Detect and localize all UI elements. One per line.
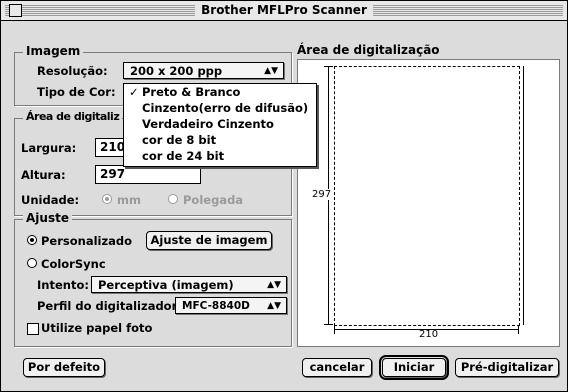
pre-digitalizar-button[interactable]: Pré-digitalizar xyxy=(455,358,559,377)
updown-arrows-icon: ▲▼ xyxy=(267,301,281,311)
menu-item-label: cor de 8 bit xyxy=(142,133,217,147)
scan-area-legend: Área de digitalização xyxy=(297,43,440,57)
menu-item-label: Verdadeiro Cinzento xyxy=(142,117,274,131)
color-type-menu[interactable]: ✓ Preto & Branco Cinzento(erro de difusã… xyxy=(123,83,317,167)
imagem-legend: Imagem xyxy=(23,44,84,58)
checkmark-icon: ✓ xyxy=(129,85,139,99)
por-defeito-button[interactable]: Por defeito xyxy=(23,358,105,377)
window-title-wrap: Brother MFLPro Scanner xyxy=(1,3,567,17)
tipo-cor-label: Tipo de Cor: xyxy=(37,85,116,99)
iniciar-button[interactable]: Iniciar xyxy=(379,355,449,380)
unit-polegada-radio[interactable] xyxy=(168,194,178,204)
ajuste-imagem-button[interactable]: Ajuste de imagem xyxy=(146,231,272,250)
perfil-value: MFC-8840D xyxy=(182,300,250,312)
vertical-ruler-bottom-tick xyxy=(324,324,333,325)
ajuste-legend: Ajuste xyxy=(23,211,72,225)
resolucao-label: Resolução: xyxy=(37,64,108,78)
unidade-label: Unidade: xyxy=(21,193,80,207)
scan-page-outline[interactable] xyxy=(334,66,520,326)
updown-arrows-icon: ▲▼ xyxy=(267,280,281,290)
colorsync-label: ColorSync xyxy=(41,257,106,271)
vertical-ruler-top-tick xyxy=(324,66,333,67)
right-guide-line xyxy=(523,66,524,325)
unit-polegada-label: Polegada xyxy=(183,193,244,207)
unit-mm-label: mm xyxy=(117,193,141,207)
intento-label: Intento: xyxy=(37,278,89,292)
resolucao-popup[interactable]: 200 x 200 ppp ▲▼ xyxy=(123,62,284,79)
scanner-window: Brother MFLPro Scanner Imagem Resolução:… xyxy=(0,0,568,392)
menu-item-cinzento-erro[interactable]: Cinzento(erro de difusão) xyxy=(124,101,316,115)
menu-item-preto-branco[interactable]: ✓ Preto & Branco xyxy=(124,85,316,99)
personalizado-label: Personalizado xyxy=(41,234,133,248)
perfil-label: Perfil do digitalizador: xyxy=(37,299,182,313)
horizontal-ruler-right-tick xyxy=(518,325,519,334)
resolucao-value: 200 x 200 ppp xyxy=(130,64,223,78)
menu-item-cor-8-bit[interactable]: cor de 8 bit xyxy=(124,133,316,147)
perfil-popup[interactable]: MFC-8840D ▲▼ xyxy=(175,297,287,314)
menu-item-label: cor de 24 bit xyxy=(142,149,225,163)
altura-field[interactable]: 297 xyxy=(95,165,201,184)
menu-item-label: Cinzento(erro de difusão) xyxy=(142,101,309,115)
altura-label: Altura: xyxy=(21,168,66,182)
papel-foto-label: Utilize papel foto xyxy=(41,321,153,335)
height-label: 297 xyxy=(312,189,332,200)
menu-item-verdadeiro-cinzento[interactable]: Verdadeiro Cinzento xyxy=(124,117,316,131)
unit-mm-radio[interactable] xyxy=(102,194,112,204)
papel-foto-checkbox[interactable] xyxy=(27,323,39,335)
cancelar-button[interactable]: cancelar xyxy=(302,358,372,377)
area-legend: Área de digitaliz xyxy=(23,110,123,123)
largura-label: Largura: xyxy=(21,141,77,155)
window-title: Brother MFLPro Scanner xyxy=(195,3,373,17)
colorsync-radio[interactable] xyxy=(27,258,37,268)
personalizado-radio[interactable] xyxy=(27,235,37,245)
menu-item-cor-24-bit[interactable]: cor de 24 bit xyxy=(124,149,316,163)
width-label: 210 xyxy=(419,329,439,340)
menu-item-label: Preto & Branco xyxy=(142,85,241,99)
horizontal-ruler-left-tick xyxy=(334,325,335,334)
scan-preview-area[interactable]: 297 210 xyxy=(297,59,560,347)
intento-popup[interactable]: Perceptiva (imagem) ▲▼ xyxy=(91,276,287,293)
intento-value: Perceptiva (imagem) xyxy=(98,278,234,292)
updown-arrows-icon: ▲▼ xyxy=(264,66,278,76)
title-bar[interactable]: Brother MFLPro Scanner xyxy=(1,1,567,21)
